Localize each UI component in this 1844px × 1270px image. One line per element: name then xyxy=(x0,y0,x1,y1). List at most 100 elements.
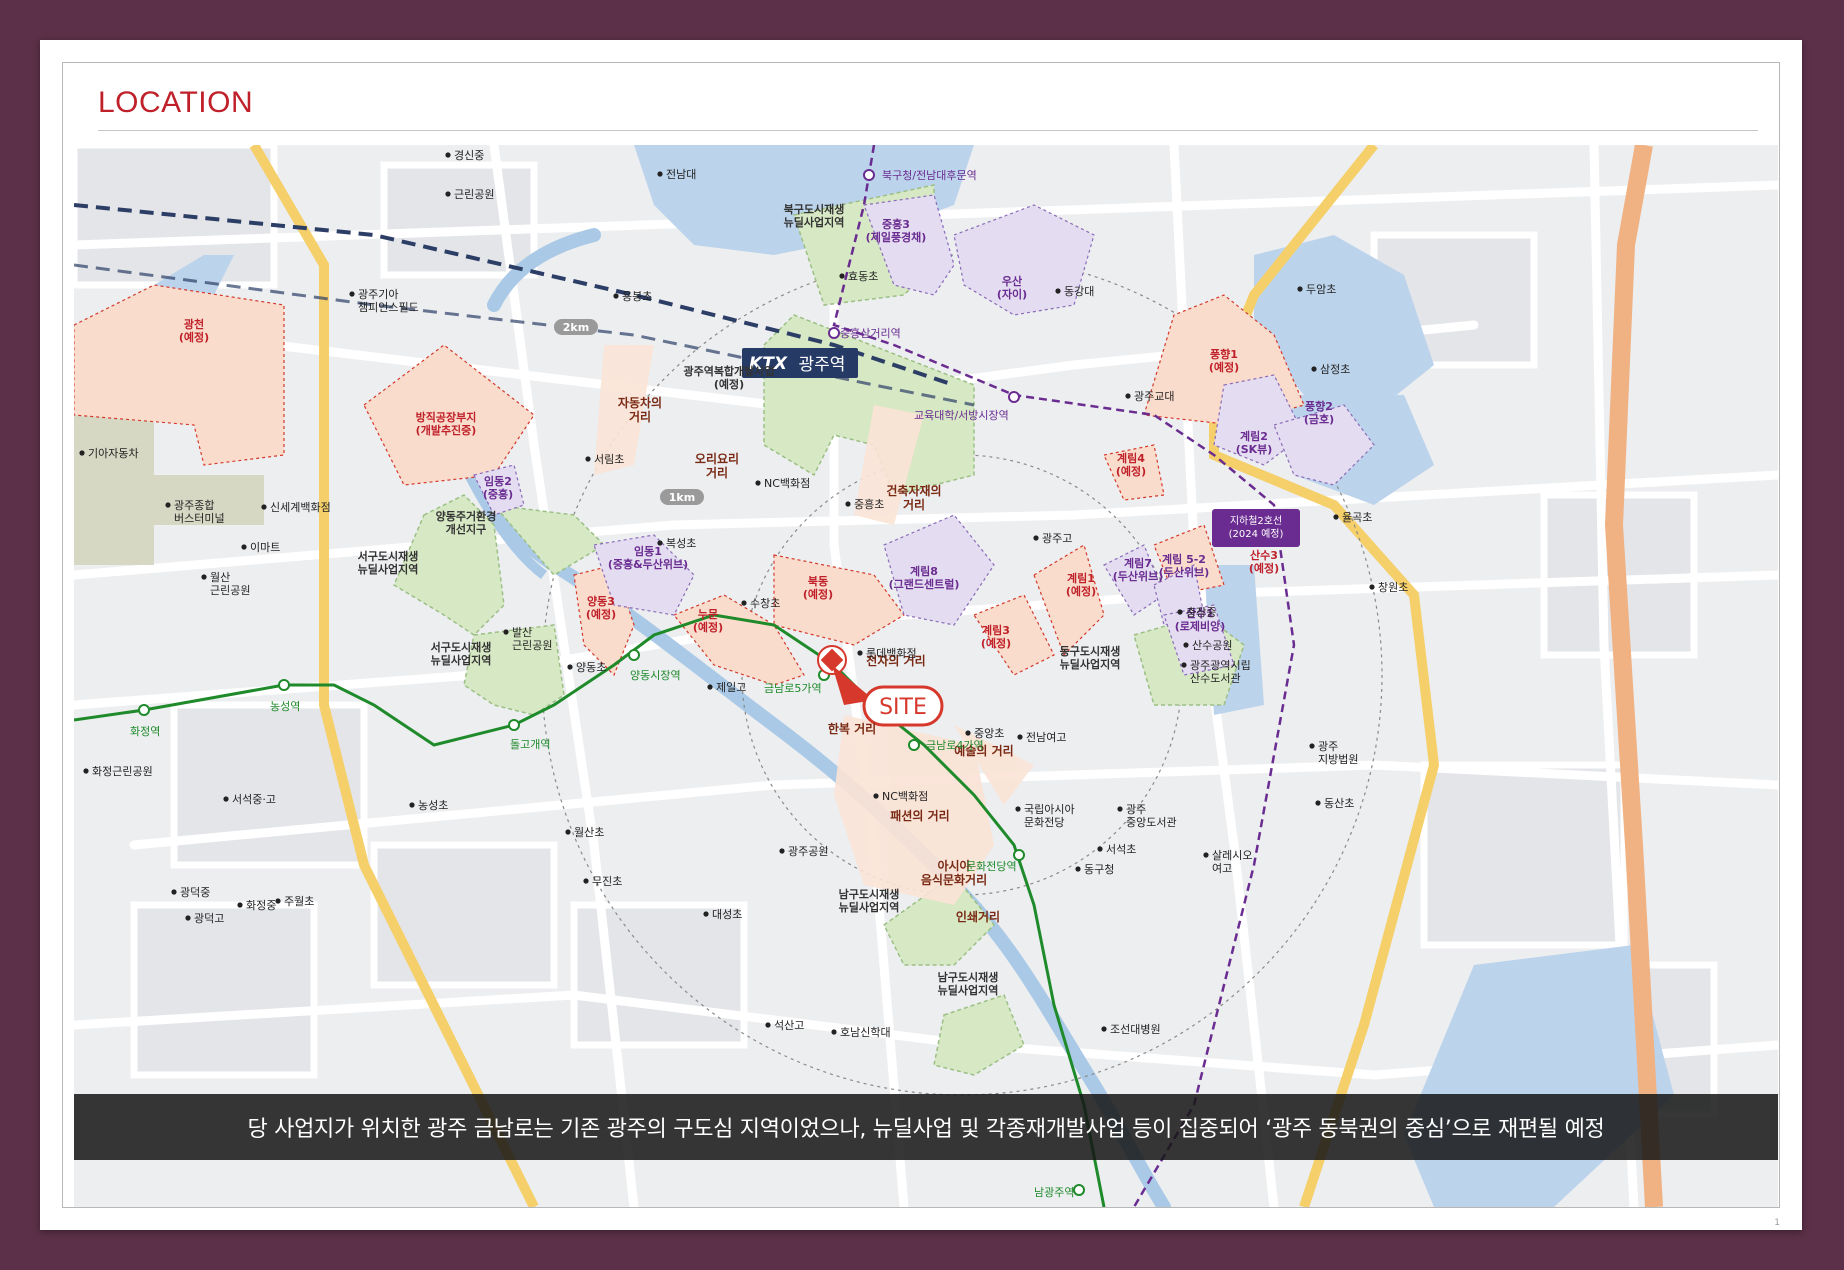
zone-east_newdeal: 동구도시재생 뉴딜사업지역 xyxy=(1060,644,1121,671)
place-hwajeong_park-marker xyxy=(83,768,89,774)
place-yulgok-marker xyxy=(1333,514,1339,520)
place-gwangju_hs: 광주고 xyxy=(1042,532,1072,545)
place-seoseok_ms-marker xyxy=(223,796,229,802)
place-gwangju_park: 광주공원 xyxy=(788,845,828,858)
place-juwol: 주월초 xyxy=(284,895,314,908)
place-seoksan-marker xyxy=(765,1022,771,1028)
place-changwon-marker xyxy=(1369,584,1375,590)
place-gwangju_hs-marker xyxy=(1033,535,1039,541)
place-dongkang: 동강대 xyxy=(1064,285,1094,298)
place-gwangdeok_hs: 광덕고 xyxy=(194,912,224,925)
place-lotte-marker xyxy=(857,650,863,656)
place-balsan-marker xyxy=(503,629,509,635)
station-geumnam5: 금남로5가역 xyxy=(764,682,822,695)
zone-sansu3: 산수3 (예정) xyxy=(1249,548,1279,575)
place-jnu: 전남대 xyxy=(666,168,696,181)
place-bokseong: 복성초 xyxy=(666,537,696,550)
station-nongseong: 농성역 xyxy=(270,700,300,713)
ktx-station-name: 광주역 xyxy=(799,355,846,375)
place-gyeongsin: 경신중 xyxy=(454,149,484,162)
station-bukgu: 북구청/전남대후문역 xyxy=(882,169,977,182)
title-divider xyxy=(98,130,1758,131)
place-jungang_es-marker xyxy=(965,730,971,736)
zone-bangjik: 방직공장부지 (개발추진중) xyxy=(416,410,477,437)
line2-badge: 지하철2호선 (2024 예정) xyxy=(1212,509,1300,547)
place-juwol-marker xyxy=(275,898,281,904)
place-emart: 이마트 xyxy=(250,541,280,554)
place-hwajeong_park: 화정근린공원 xyxy=(92,765,153,778)
place-hwajeong_ms-marker xyxy=(237,902,243,908)
place-jungheung_es: 중흥초 xyxy=(854,497,884,511)
place-shinsegae: 신세계백화점 xyxy=(270,501,331,514)
place-changwon: 창원초 xyxy=(1378,581,1408,594)
place-chosun: 조선대병원 xyxy=(1110,1023,1161,1036)
place-seorim: 서림초 xyxy=(594,453,624,466)
place-champions-marker xyxy=(349,291,355,297)
place-shinsegae-marker xyxy=(261,504,267,510)
place-mujin: 무진초 xyxy=(592,875,622,888)
street-fashion: 패션의 거리 xyxy=(890,808,949,823)
place-kia-marker xyxy=(79,450,85,456)
place-honam: 호남신학대 xyxy=(840,1026,891,1039)
location-map: 2km 1km KTX 광주역 SITE 지하철2호선 (2024 예정) 광천(… xyxy=(74,145,1778,1207)
place-seoseok: 서석초 xyxy=(1106,843,1136,856)
caption-bar: 당 사업지가 위치한 광주 금남로는 기존 광주의 구도심 지역이었으나, 뉴딜… xyxy=(74,1094,1778,1160)
place-wolsan_park-marker xyxy=(201,574,207,580)
zone-gyerim2: 계림2 (SK뷰) xyxy=(1236,429,1273,456)
place-chosun-marker xyxy=(1101,1026,1107,1032)
street-hanbok: 한복 거리 xyxy=(828,721,876,736)
place-nc1: NC백화점 xyxy=(764,477,810,490)
ring-1km-label: 1km xyxy=(669,491,695,504)
place-seoseok_ms: 서석중·고 xyxy=(232,793,276,806)
zone-west_newdeal2: 서구도시재생 뉴딜사업지역 xyxy=(431,640,492,667)
place-mujin-marker xyxy=(583,878,589,884)
place-nc2-marker xyxy=(873,793,879,799)
place-samjeong-marker xyxy=(1311,366,1317,372)
place-dongsan: 동산초 xyxy=(1324,797,1354,810)
place-samjeong: 삼정초 xyxy=(1320,363,1350,376)
place-chungjang: 충장중 xyxy=(1186,606,1216,619)
place-yongbong: 용봉초 xyxy=(622,290,652,303)
place-jungang_es: 중앙초 xyxy=(974,727,1004,740)
place-terminal-marker xyxy=(165,502,171,508)
zone-gyerim1: 계림1 (예정) xyxy=(1066,571,1096,598)
place-daeseong-marker xyxy=(703,911,709,917)
station-jungheung: 중흥삼거리역 xyxy=(840,326,901,340)
place-jeil: 제일고 xyxy=(716,680,746,694)
place-duam-marker xyxy=(1297,286,1303,292)
place-library-marker xyxy=(1181,662,1187,668)
place-jeil-marker xyxy=(707,684,713,690)
place-dongsan-marker xyxy=(1315,800,1321,806)
place-hyodong: 효동초 xyxy=(848,270,878,283)
caption-text: 당 사업지가 위치한 광주 금남로는 기존 광주의 구도심 지역이었으나, 뉴딜… xyxy=(247,1117,1605,1142)
zone-north_newdeal: 북구도시재생 뉴딜사업지역 xyxy=(784,202,845,229)
zone-west_newdeal1: 서구도시재생 뉴딜사업지역 xyxy=(358,549,419,576)
street-print: 인쇄거리 xyxy=(956,909,1000,924)
place-gwangju_park-marker xyxy=(779,848,785,854)
place-gwangdeok_ms: 광덕중 xyxy=(180,886,210,899)
place-hwajeong_ms: 화정중 xyxy=(246,899,276,912)
place-jungang_lib-marker xyxy=(1117,806,1123,812)
place-park: 근린공원 xyxy=(454,188,494,201)
place-yongbong-marker xyxy=(613,293,619,299)
place-chungjang-marker xyxy=(1177,609,1183,615)
place-wolsan_es: 월산초 xyxy=(574,826,604,839)
place-bokseong-marker xyxy=(657,540,663,546)
place-honam-marker xyxy=(831,1029,837,1035)
place-nongseong_es: 농성초 xyxy=(418,799,448,812)
place-jnu_hs-marker xyxy=(1017,734,1023,740)
place-gyeongsin-marker xyxy=(445,152,451,158)
place-sansu_park: 산수공원 xyxy=(1192,639,1232,652)
place-duam: 두암초 xyxy=(1306,283,1336,296)
place-seoksan: 석산고 xyxy=(774,1019,804,1032)
place-jnu_hs: 전남여고 xyxy=(1026,731,1066,744)
station-hwajeong: 화정역 xyxy=(130,725,160,738)
place-hyodong-marker xyxy=(839,273,845,279)
place-yangdong_es-marker xyxy=(567,664,573,670)
place-nongseong_es-marker xyxy=(409,802,415,808)
zone-gyerim52: 계림 5-2 (두산위브) xyxy=(1159,552,1210,579)
place-yulgok: 율곡초 xyxy=(1342,511,1372,524)
place-yangdong_es: 양동초 xyxy=(576,661,606,674)
zone-gyerim3: 계림3 (예정) xyxy=(981,623,1011,650)
place-jnu-marker xyxy=(657,171,663,177)
